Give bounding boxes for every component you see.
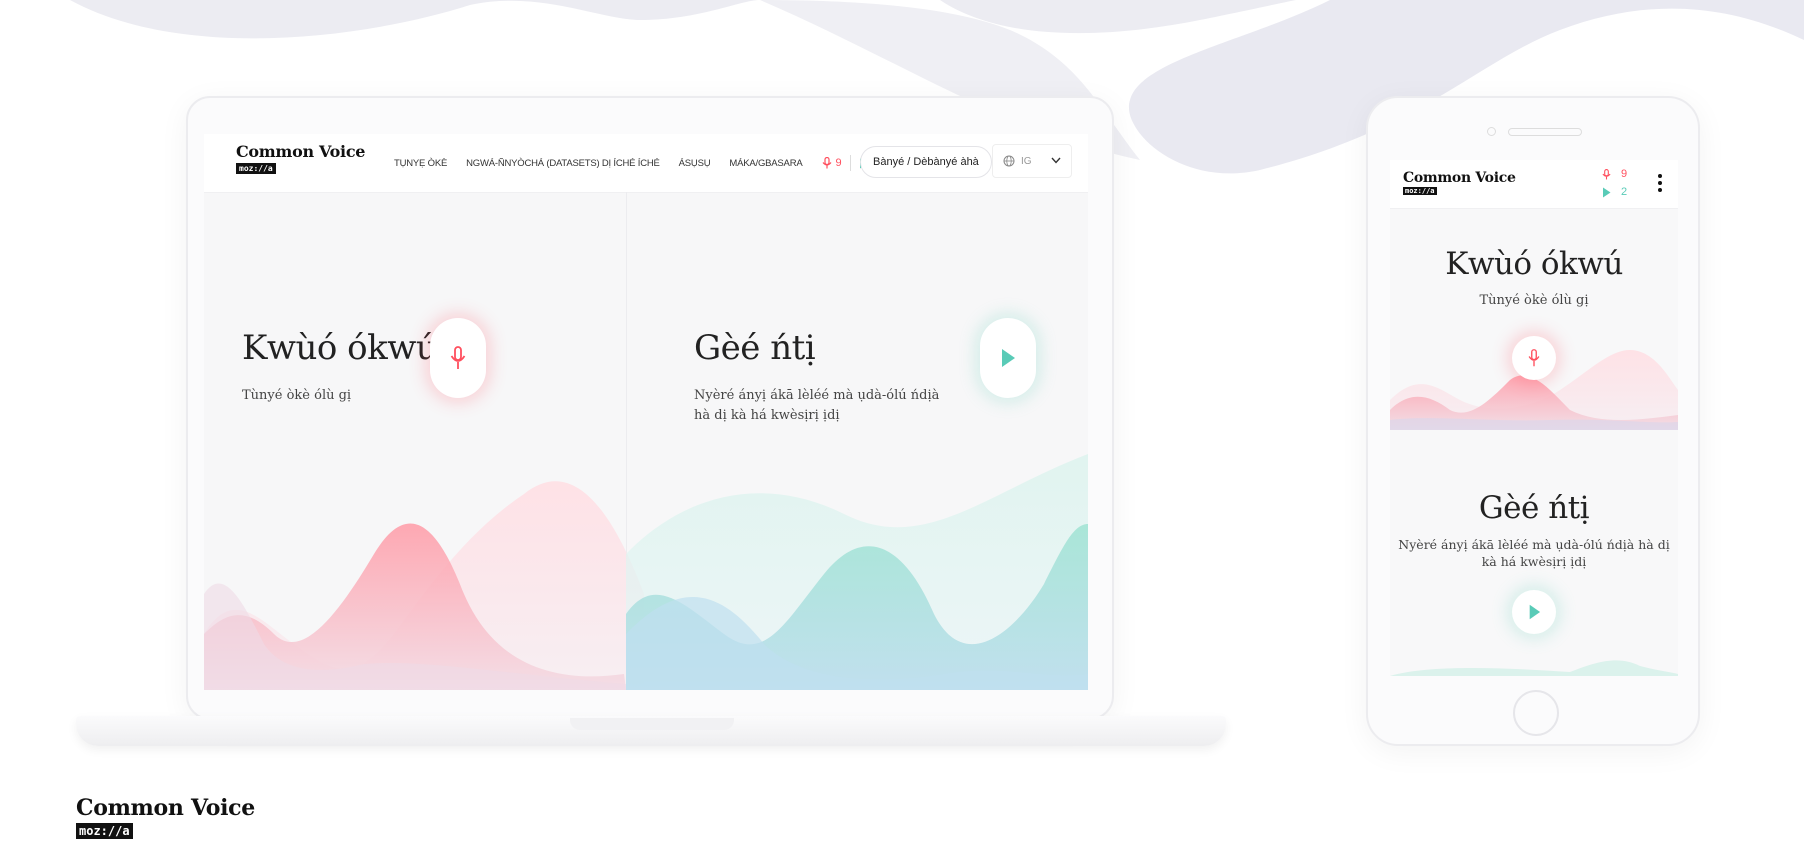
speak-subtitle: Tùnyé òkè ólù gị — [1479, 293, 1589, 308]
laptop-display: Common Voice moz://a TỤNYẸ ÒKÈ NGWÁ-ÑNYÒ… — [204, 134, 1088, 690]
phone-mockup: Common Voice moz://a 9 2 Kwùó ókwú Tùnyé… — [1366, 96, 1700, 746]
listen-subtitle: Nyèré ányị ákā lèléé mà ụdà-ólú ńdịà hà … — [1398, 537, 1670, 569]
phone-display: Common Voice moz://a 9 2 Kwùó ókwú Tùnyé… — [1390, 160, 1678, 676]
record-button[interactable] — [430, 318, 486, 398]
logo-title: Common Voice — [76, 795, 255, 821]
recordings-count: 9 — [1621, 168, 1628, 180]
recordings-counter[interactable]: 9 — [822, 157, 842, 169]
language-code: IG — [1021, 156, 1032, 167]
mozilla-badge: moz://a — [1403, 187, 1437, 195]
play-icon — [1529, 604, 1540, 620]
speak-subtitle: Tùnyé òkè ólù gị — [242, 388, 352, 403]
chevron-down-icon — [1051, 157, 1061, 164]
phone-camera — [1487, 127, 1496, 136]
speak-title: Kwùó ókwú — [242, 328, 438, 368]
microphone-icon — [1602, 168, 1611, 179]
common-voice-logo[interactable]: Common Voice moz://a — [76, 795, 255, 839]
decorative-waves — [1390, 660, 1678, 676]
microphone-icon — [450, 346, 466, 369]
common-voice-logo[interactable]: Common Voice moz://a — [1403, 170, 1516, 195]
play-icon — [1603, 187, 1611, 197]
nav-link-contribute[interactable]: TỤNYẸ ÒKÈ — [394, 158, 447, 169]
phone-speaker — [1508, 128, 1582, 136]
play-icon — [1002, 349, 1015, 367]
record-button[interactable] — [1512, 336, 1556, 380]
top-navigation: Common Voice moz://a TỤNYẸ ÒKÈ NGWÁ-ÑNYÒ… — [204, 134, 1088, 193]
clips-counter[interactable]: 2 — [1602, 186, 1627, 198]
laptop-mockup: Common Voice moz://a TỤNYẸ ÒKÈ NGWÁ-ÑNYÒ… — [186, 96, 1114, 720]
microphone-icon — [822, 157, 831, 169]
logo-title: Common Voice — [236, 142, 366, 161]
listen-title: Gèé ńtị — [694, 328, 816, 368]
language-select[interactable]: IG — [992, 144, 1072, 178]
phone-home-button[interactable] — [1513, 690, 1559, 736]
listen-title: Gèé ńtị — [1478, 490, 1590, 526]
kebab-menu-icon[interactable] — [1656, 174, 1664, 196]
counter-divider — [849, 155, 851, 171]
decorative-waves — [204, 454, 1088, 690]
mozilla-badge: moz://a — [236, 163, 276, 174]
play-button[interactable] — [980, 318, 1036, 398]
laptop-notch — [570, 718, 734, 730]
recordings-counter[interactable]: 9 — [1602, 168, 1627, 180]
mozilla-badge: moz://a — [76, 823, 133, 839]
nav-link-languages[interactable]: ÁSỤSỤ — [679, 158, 711, 169]
nav-link-about[interactable]: MÁKA/GBASARA — [729, 158, 802, 169]
logo-title: Common Voice — [1403, 170, 1516, 186]
clips-count: 2 — [1621, 186, 1628, 198]
common-voice-logo[interactable]: Common Voice moz://a — [236, 142, 365, 174]
speak-title: Kwùó ókwú — [1445, 246, 1623, 282]
listen-subtitle: Nyèré ányị ákā lèléé mà ụdà-ólú ńdịà hà … — [694, 388, 940, 423]
phone-navigation: Common Voice moz://a 9 2 — [1390, 160, 1678, 209]
microphone-icon — [1528, 349, 1540, 367]
nav-link-datasets[interactable]: NGWÁ-ÑNYÒCHÁ (DATASETS) DỊ ÍCHÉ ÍCHÉ — [466, 158, 660, 169]
recordings-count: 9 — [835, 157, 842, 169]
nav-links: TỤNYẸ ÒKÈ NGWÁ-ÑNYÒCHÁ (DATASETS) DỊ ÍCH… — [394, 155, 878, 171]
play-button[interactable] — [1512, 590, 1556, 634]
login-signup-button[interactable]: Bànyé / Dèbànyé àhà — [860, 146, 992, 178]
globe-icon — [1003, 155, 1015, 167]
